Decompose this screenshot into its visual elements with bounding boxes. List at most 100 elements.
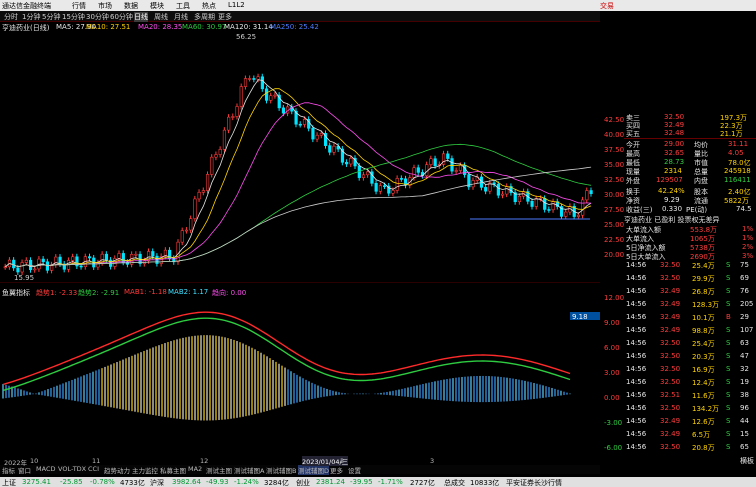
- tick-price: 32.50: [660, 378, 681, 386]
- candle: [235, 106, 239, 117]
- candle: [227, 116, 231, 131]
- kline-chart[interactable]: 56.25 15.95: [0, 33, 600, 283]
- tab-test-main[interactable]: 测试主图: [206, 465, 232, 475]
- tick-side: S: [726, 391, 731, 399]
- menu-tools[interactable]: 工具: [176, 1, 190, 11]
- tick-row: 14:56 32.49 98.8万 S 107: [624, 326, 756, 335]
- candle: [543, 198, 547, 210]
- ind-y-tick: 3.00: [604, 369, 620, 377]
- candle: [450, 158, 454, 172]
- index-name: 总成交: [444, 479, 465, 487]
- y-tick: 35.00: [604, 161, 625, 169]
- period-tab[interactable]: 多周期: [194, 12, 215, 22]
- index-status-bar: 上证 3275.41 -25.85 -0.78% 4733亿 沪深 3982.6…: [0, 477, 756, 487]
- price-axis: 42.50 40.00 37.50 35.00 32.50 30.00 27.5…: [600, 33, 624, 473]
- trend1-line: [2, 311, 571, 386]
- y-tick: 22.50: [604, 236, 625, 244]
- candle: [184, 229, 189, 232]
- menu-data[interactable]: 数据: [124, 1, 138, 11]
- chart-title-bar: 亨迪药业(日线) MA5: 27.90 MA10: 27.51 MA20: 28…: [0, 22, 600, 33]
- ind-y-tick: 6.00: [604, 344, 620, 352]
- period-tab-active[interactable]: 日线: [134, 12, 148, 22]
- y-tick: 42.50: [604, 116, 625, 124]
- tab-trend[interactable]: 趋势动力: [104, 465, 130, 475]
- tick-time: 14:56: [626, 443, 647, 451]
- tab-cci[interactable]: CCI: [88, 465, 99, 473]
- tick-volume: 29.9万: [692, 275, 715, 283]
- candle: [551, 201, 555, 211]
- candle: [180, 230, 184, 243]
- period-tab[interactable]: 5分钟: [42, 12, 60, 22]
- tick-row: 14:56 32.50 16.9万 S 32: [624, 365, 756, 374]
- tick-time: 14:56: [626, 365, 647, 373]
- tab-settings[interactable]: 设置: [348, 465, 361, 475]
- indicator-chart[interactable]: 9.18: [0, 286, 600, 474]
- tick-time: 14:56: [626, 339, 647, 347]
- tab-test-d[interactable]: 测试辅图D: [298, 465, 330, 475]
- tab-test-b[interactable]: 测试辅图B: [266, 465, 296, 475]
- period-tab[interactable]: 周线: [154, 12, 168, 22]
- menu-hotspot[interactable]: 热点: [202, 1, 216, 11]
- candle: [269, 95, 273, 101]
- tab-ma2[interactable]: MA2: [188, 465, 202, 473]
- tick-side: B: [726, 313, 731, 321]
- candle: [374, 183, 378, 192]
- menu-quotes[interactable]: 行情: [72, 1, 86, 11]
- tick-price: 32.49: [660, 300, 681, 308]
- candle: [298, 123, 302, 126]
- tick-time: 14:56: [626, 313, 647, 321]
- tick-count: 65: [740, 443, 749, 451]
- tab-test-a[interactable]: 测试辅图A: [234, 465, 264, 475]
- candle: [311, 128, 315, 140]
- candle: [395, 178, 399, 191]
- candle: [201, 190, 205, 193]
- candle: [151, 251, 155, 257]
- tick-count: 107: [740, 326, 754, 334]
- period-more[interactable]: 更多: [218, 12, 232, 22]
- period-tab[interactable]: 60分钟: [110, 12, 133, 22]
- period-tab[interactable]: 15分钟: [62, 12, 85, 22]
- y-tick: 25.00: [604, 221, 625, 229]
- flow-row: 5日大单流入 2690万 3%: [626, 252, 754, 261]
- tick-list[interactable]: 14:56 32.50 25.4万 S 75 14:56 32.50 29.9万 S 69 14:5…: [624, 261, 756, 459]
- company-tags[interactable]: 亨迪药业 已盈利 投票权无差异: [624, 215, 756, 224]
- tick-row: 14:56 32.49 10.1万 B 29: [624, 313, 756, 322]
- tab-more[interactable]: 更多: [330, 465, 343, 475]
- tick-volume: 11.6万: [692, 392, 715, 400]
- tab-main-monitor[interactable]: 主力监控: [132, 465, 158, 475]
- candle: [243, 78, 248, 87]
- ma10-line: [5, 88, 592, 268]
- tick-count: 19: [740, 378, 749, 386]
- tab-vol[interactable]: VOL-TDX: [58, 465, 86, 473]
- ma10-label: MA10: 27.51: [86, 23, 131, 31]
- quote-panel: 卖三 32.50 197.3万 买四 32.49 22.3万 买五 32.48 …: [624, 113, 756, 473]
- candle: [391, 190, 395, 194]
- menu-market[interactable]: 市场: [98, 1, 112, 11]
- period-tab[interactable]: 分时: [4, 12, 18, 22]
- menu-modules[interactable]: 模块: [150, 1, 164, 11]
- candle: [71, 256, 75, 261]
- candle: [205, 174, 210, 191]
- index-value: 3275.41: [22, 478, 51, 486]
- tab-horizontal[interactable]: 横板: [740, 456, 754, 466]
- index-amount: 3284亿: [264, 479, 289, 487]
- period-tab[interactable]: 1分钟: [22, 12, 40, 22]
- trade-link[interactable]: 交易: [600, 1, 614, 11]
- menu-l1l2[interactable]: L1L2: [228, 1, 245, 9]
- y-tick: 37.50: [604, 146, 625, 154]
- index-amount: 4733亿: [120, 479, 145, 487]
- tick-row: 14:56 32.49 26.8万 S 76: [624, 287, 756, 296]
- ma20-label: MA20: 28.35: [138, 23, 183, 31]
- candle: [12, 259, 16, 269]
- y-tick: 40.00: [604, 131, 625, 139]
- tab-private[interactable]: 私募主图: [160, 465, 186, 475]
- stat-row: 现量 2314 总量 245918: [626, 167, 751, 176]
- tab-macd[interactable]: MACD: [36, 465, 55, 473]
- candle: [20, 262, 24, 273]
- high-price-label: 56.25: [236, 33, 256, 41]
- period-tab[interactable]: 月线: [174, 12, 188, 22]
- index-name: 创业: [296, 479, 310, 487]
- tick-time: 14:56: [626, 300, 647, 308]
- candle: [134, 253, 138, 256]
- period-tab[interactable]: 30分钟: [86, 12, 109, 22]
